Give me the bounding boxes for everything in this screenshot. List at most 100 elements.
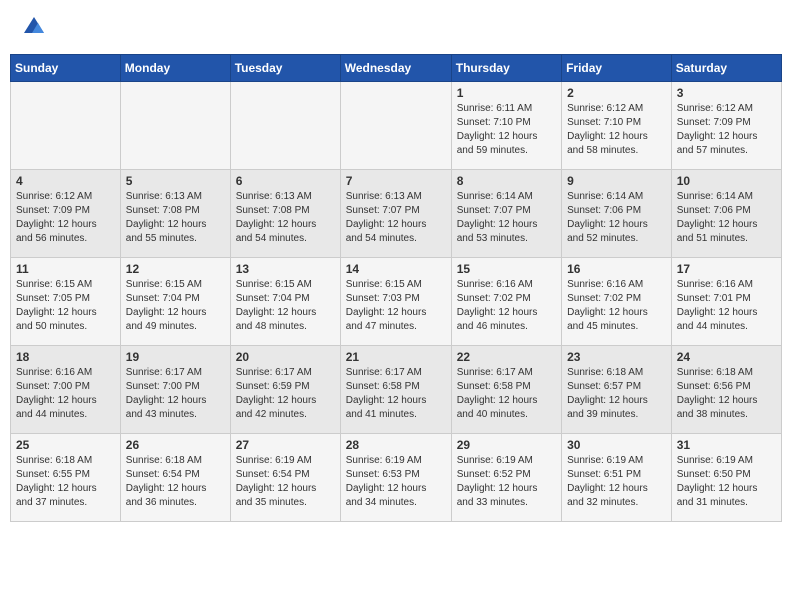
calendar-cell: 25 Sunrise: 6:18 AM Sunset: 6:55 PM Dayli… <box>11 434 121 522</box>
calendar-cell: 3 Sunrise: 6:12 AM Sunset: 7:09 PM Daylig… <box>671 82 781 170</box>
logo-icon <box>22 15 46 39</box>
day-info: Sunrise: 6:14 AM Sunset: 7:06 PM Dayligh… <box>567 190 666 246</box>
calendar-cell <box>120 82 230 170</box>
day-info: Sunrise: 6:16 AM Sunset: 7:02 PM Dayligh… <box>457 278 556 334</box>
day-number: 16 <box>567 262 666 276</box>
day-number: 30 <box>567 438 666 452</box>
day-number: 10 <box>677 174 776 188</box>
day-info: Sunrise: 6:19 AM Sunset: 6:53 PM Dayligh… <box>346 454 446 510</box>
day-header-friday: Friday <box>562 55 672 82</box>
calendar-week-4: 18 Sunrise: 6:16 AM Sunset: 7:00 PM Dayli… <box>11 346 782 434</box>
day-info: Sunrise: 6:17 AM Sunset: 6:59 PM Dayligh… <box>236 366 335 422</box>
calendar-cell: 19Sunrise: 6:17 AM Sunset: 7:00 PM Dayli… <box>120 346 230 434</box>
day-number: 25 <box>16 438 115 452</box>
calendar-cell: 9 Sunrise: 6:14 AM Sunset: 7:06 PM Daylig… <box>562 170 672 258</box>
day-info: Sunrise: 6:12 AM Sunset: 7:10 PM Dayligh… <box>567 102 666 158</box>
day-number: 9 <box>567 174 666 188</box>
calendar-cell: 14 Sunrise: 6:15 AM Sunset: 7:03 PM Dayli… <box>340 258 451 346</box>
day-number: 14 <box>346 262 446 276</box>
day-number: 13 <box>236 262 335 276</box>
page-header <box>10 10 782 44</box>
calendar-cell <box>230 82 340 170</box>
day-number: 2 <box>567 86 666 100</box>
day-number: 17 <box>677 262 776 276</box>
calendar-cell: 22 Sunrise: 6:17 AM Sunset: 6:58 PM Dayli… <box>451 346 561 434</box>
calendar-cell: 1Sunrise: 6:11 AM Sunset: 7:10 PM Daylig… <box>451 82 561 170</box>
calendar-cell: 11 Sunrise: 6:15 AM Sunset: 7:05 PM Dayli… <box>11 258 121 346</box>
calendar-cell: 21 Sunrise: 6:17 AM Sunset: 6:58 PM Dayli… <box>340 346 451 434</box>
day-number: 6 <box>236 174 335 188</box>
day-info: Sunrise: 6:15 AM Sunset: 7:03 PM Dayligh… <box>346 278 446 334</box>
calendar-week-3: 11 Sunrise: 6:15 AM Sunset: 7:05 PM Dayli… <box>11 258 782 346</box>
day-info: Sunrise: 6:15 AM Sunset: 7:05 PM Dayligh… <box>16 278 115 334</box>
day-number: 11 <box>16 262 115 276</box>
day-info: Sunrise: 6:15 AM Sunset: 7:04 PM Dayligh… <box>126 278 225 334</box>
day-info: Sunrise: 6:16 AM Sunset: 7:02 PM Dayligh… <box>567 278 666 334</box>
day-number: 31 <box>677 438 776 452</box>
day-info: Sunrise: 6:17 AM Sunset: 6:58 PM Dayligh… <box>457 366 556 422</box>
day-number: 28 <box>346 438 446 452</box>
day-number: 24 <box>677 350 776 364</box>
day-number: 26 <box>126 438 225 452</box>
calendar-cell: 4 Sunrise: 6:12 AM Sunset: 7:09 PM Daylig… <box>11 170 121 258</box>
day-number: 15 <box>457 262 556 276</box>
calendar-header-row: SundayMondayTuesdayWednesdayThursdayFrid… <box>11 55 782 82</box>
day-header-sunday: Sunday <box>11 55 121 82</box>
day-info: Sunrise: 6:19 AM Sunset: 6:51 PM Dayligh… <box>567 454 666 510</box>
calendar-cell: 6 Sunrise: 6:13 AM Sunset: 7:08 PM Daylig… <box>230 170 340 258</box>
day-info: Sunrise: 6:16 AM Sunset: 7:00 PM Dayligh… <box>16 366 115 422</box>
day-info: Sunrise: 6:17 AM Sunset: 6:58 PM Dayligh… <box>346 366 446 422</box>
day-info: Sunrise: 6:13 AM Sunset: 7:08 PM Dayligh… <box>126 190 225 246</box>
calendar-cell: 18 Sunrise: 6:16 AM Sunset: 7:00 PM Dayli… <box>11 346 121 434</box>
day-number: 27 <box>236 438 335 452</box>
calendar-cell: 24 Sunrise: 6:18 AM Sunset: 6:56 PM Dayli… <box>671 346 781 434</box>
day-info: Sunrise: 6:13 AM Sunset: 7:08 PM Dayligh… <box>236 190 335 246</box>
calendar-cell: 26Sunrise: 6:18 AM Sunset: 6:54 PM Dayli… <box>120 434 230 522</box>
calendar-cell: 7Sunrise: 6:13 AM Sunset: 7:07 PM Daylig… <box>340 170 451 258</box>
day-number: 4 <box>16 174 115 188</box>
day-header-wednesday: Wednesday <box>340 55 451 82</box>
day-number: 8 <box>457 174 556 188</box>
day-number: 12 <box>126 262 225 276</box>
calendar-cell: 20 Sunrise: 6:17 AM Sunset: 6:59 PM Dayli… <box>230 346 340 434</box>
calendar-week-2: 4 Sunrise: 6:12 AM Sunset: 7:09 PM Daylig… <box>11 170 782 258</box>
day-info: Sunrise: 6:16 AM Sunset: 7:01 PM Dayligh… <box>677 278 776 334</box>
day-info: Sunrise: 6:14 AM Sunset: 7:06 PM Dayligh… <box>677 190 776 246</box>
day-info: Sunrise: 6:19 AM Sunset: 6:50 PM Dayligh… <box>677 454 776 510</box>
calendar-cell: 10 Sunrise: 6:14 AM Sunset: 7:06 PM Dayli… <box>671 170 781 258</box>
day-info: Sunrise: 6:13 AM Sunset: 7:07 PM Dayligh… <box>346 190 446 246</box>
calendar-cell: 13Sunrise: 6:15 AM Sunset: 7:04 PM Dayli… <box>230 258 340 346</box>
day-info: Sunrise: 6:11 AM Sunset: 7:10 PM Dayligh… <box>457 102 556 158</box>
day-info: Sunrise: 6:18 AM Sunset: 6:55 PM Dayligh… <box>16 454 115 510</box>
day-number: 3 <box>677 86 776 100</box>
calendar-cell: 27 Sunrise: 6:19 AM Sunset: 6:54 PM Dayli… <box>230 434 340 522</box>
calendar-cell: 8 Sunrise: 6:14 AM Sunset: 7:07 PM Daylig… <box>451 170 561 258</box>
calendar-cell: 31 Sunrise: 6:19 AM Sunset: 6:50 PM Dayli… <box>671 434 781 522</box>
calendar-week-5: 25 Sunrise: 6:18 AM Sunset: 6:55 PM Dayli… <box>11 434 782 522</box>
calendar-cell: 29 Sunrise: 6:19 AM Sunset: 6:52 PM Dayli… <box>451 434 561 522</box>
day-number: 22 <box>457 350 556 364</box>
day-header-thursday: Thursday <box>451 55 561 82</box>
day-number: 20 <box>236 350 335 364</box>
day-info: Sunrise: 6:12 AM Sunset: 7:09 PM Dayligh… <box>16 190 115 246</box>
logo <box>20 15 46 39</box>
calendar-cell <box>340 82 451 170</box>
day-info: Sunrise: 6:18 AM Sunset: 6:56 PM Dayligh… <box>677 366 776 422</box>
calendar-cell: 12 Sunrise: 6:15 AM Sunset: 7:04 PM Dayli… <box>120 258 230 346</box>
day-header-saturday: Saturday <box>671 55 781 82</box>
day-info: Sunrise: 6:14 AM Sunset: 7:07 PM Dayligh… <box>457 190 556 246</box>
calendar-cell: 30 Sunrise: 6:19 AM Sunset: 6:51 PM Dayli… <box>562 434 672 522</box>
day-number: 29 <box>457 438 556 452</box>
day-number: 18 <box>16 350 115 364</box>
calendar-cell: 15 Sunrise: 6:16 AM Sunset: 7:02 PM Dayli… <box>451 258 561 346</box>
calendar-table: SundayMondayTuesdayWednesdayThursdayFrid… <box>10 54 782 522</box>
day-info: Sunrise: 6:18 AM Sunset: 6:57 PM Dayligh… <box>567 366 666 422</box>
day-number: 21 <box>346 350 446 364</box>
calendar-cell: 17 Sunrise: 6:16 AM Sunset: 7:01 PM Dayli… <box>671 258 781 346</box>
day-info: Sunrise: 6:12 AM Sunset: 7:09 PM Dayligh… <box>677 102 776 158</box>
calendar-cell <box>11 82 121 170</box>
day-header-tuesday: Tuesday <box>230 55 340 82</box>
day-info: Sunrise: 6:19 AM Sunset: 6:52 PM Dayligh… <box>457 454 556 510</box>
day-number: 5 <box>126 174 225 188</box>
day-info: Sunrise: 6:19 AM Sunset: 6:54 PM Dayligh… <box>236 454 335 510</box>
